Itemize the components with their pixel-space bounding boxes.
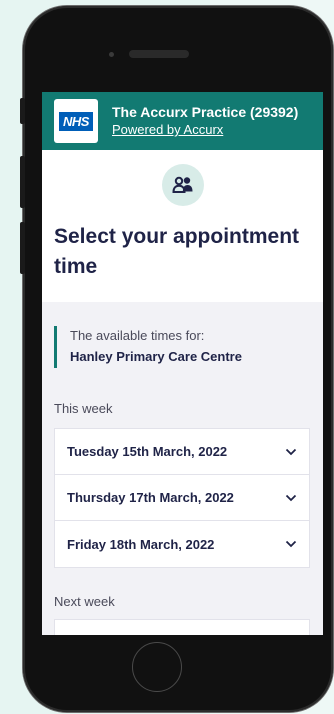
phone-camera: [109, 52, 114, 57]
chevron-down-icon: [285, 494, 297, 501]
availability-label: The available times for:: [70, 328, 205, 343]
date-text: Friday 18th March, 2022: [67, 536, 215, 552]
nhs-logo: NHS: [54, 99, 98, 143]
phone-side-button-volume-up: [20, 156, 25, 208]
page-title: Select your appointment time: [54, 225, 300, 278]
app-header: NHS The Accurx Practice (29392) Powered …: [42, 92, 323, 150]
date-row[interactable]: Thursday 17th March, 2022: [55, 475, 309, 521]
phone-speaker: [129, 50, 189, 58]
powered-by-link[interactable]: Powered by Accurx: [112, 121, 298, 139]
chevron-down-icon: [285, 540, 297, 548]
phone-side-button-mute: [20, 98, 25, 124]
availability-info: The available times for: Hanley Primary …: [54, 326, 242, 368]
availability-location: Hanley Primary Care Centre: [70, 349, 242, 364]
phone-home-button[interactable]: [132, 642, 182, 692]
header-text: The Accurx Practice (29392) Powered by A…: [112, 103, 298, 139]
practice-name: The Accurx Practice (29392): [112, 104, 299, 120]
phone-screen: NHS The Accurx Practice (29392) Powered …: [42, 92, 323, 635]
people-icon: [161, 164, 204, 206]
date-text: Tuesday 15th March, 2022: [67, 444, 228, 459]
date-list: Tuesday 15th March, 2022 Thursday 17th M…: [54, 428, 310, 568]
next-week-date-list[interactable]: [54, 619, 310, 635]
content-area: The available times for: Hanley Primary …: [42, 302, 323, 635]
this-week-label: This week: [54, 401, 113, 416]
chevron-down-icon: [285, 448, 297, 455]
date-row[interactable]: Friday 18th March, 2022: [55, 521, 309, 567]
nhs-logo-text: NHS: [59, 111, 93, 131]
date-text: Thursday 17th March, 2022: [67, 490, 234, 505]
phone-side-button-volume-down: [20, 222, 25, 274]
next-week-label: Next week: [54, 594, 115, 609]
date-row[interactable]: Tuesday 15th March, 2022: [55, 429, 309, 475]
page-icon-wrap: [42, 164, 323, 206]
